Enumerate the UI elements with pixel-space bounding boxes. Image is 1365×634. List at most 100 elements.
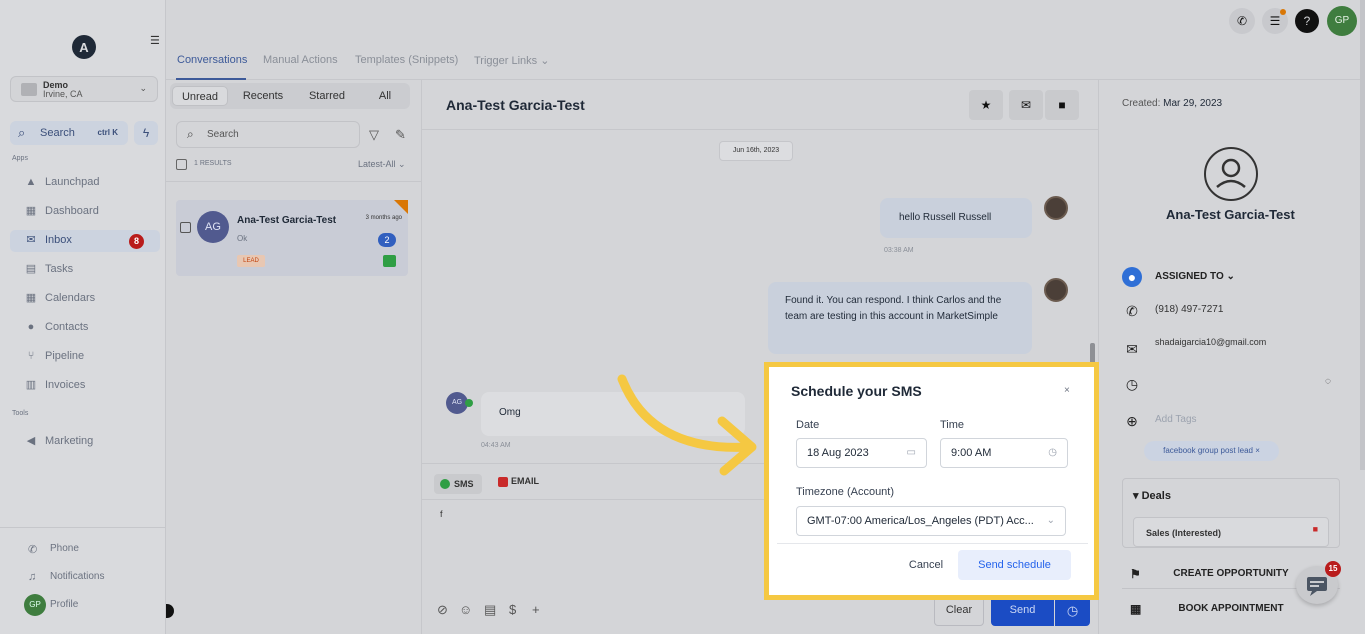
tab-email[interactable]: EMAIL: [496, 476, 539, 487]
avatar[interactable]: GP: [1327, 6, 1357, 36]
inbox-icon: ✉: [26, 234, 36, 246]
composer-input[interactable]: f: [440, 509, 443, 519]
list-item[interactable]: AG Ana-Test Garcia-Test 3 months ago Ok …: [176, 200, 408, 276]
cancel-button[interactable]: Cancel: [900, 551, 952, 579]
sidebar-item-label: Marketing: [45, 435, 94, 447]
location-icon: [21, 83, 37, 96]
tag-chip[interactable]: facebook group post lead ×: [1144, 441, 1279, 461]
avatar: AG: [197, 211, 229, 243]
send-schedule-button[interactable]: Send schedule: [958, 550, 1071, 580]
search-shortcut: ctrl K: [97, 128, 118, 137]
loading-spinner-icon: ◌: [1325, 376, 1331, 387]
deals-header[interactable]: ▾ Deals: [1133, 489, 1171, 502]
sidebar-profile-label: Profile: [50, 599, 79, 610]
compose-icon[interactable]: ✎: [395, 127, 406, 143]
help-icon[interactable]: ?: [1295, 9, 1319, 33]
sidebar-phone-label: Phone: [50, 543, 79, 554]
conversation-search-input[interactable]: ⌕ Search: [176, 121, 360, 148]
sidebar-item-marketing[interactable]: ◀ Marketing: [10, 431, 160, 453]
date-field[interactable]: 18 Aug 2023 ▭: [796, 438, 927, 468]
results-count: 1 RESULTS: [194, 160, 232, 167]
megaphone-icon: ◀: [26, 435, 36, 447]
dollar-icon[interactable]: $: [509, 602, 516, 617]
section-apps: Apps: [12, 155, 28, 162]
sidebar-item-label: Pipeline: [45, 350, 85, 362]
filter-all[interactable]: All: [362, 86, 408, 106]
sidebar-notifications[interactable]: ♫ Notifications: [10, 568, 160, 588]
tab-sms[interactable]: SMS: [434, 474, 482, 494]
tab-conversations[interactable]: Conversations: [177, 54, 247, 66]
collapse-sidebar-icon[interactable]: ☰: [150, 34, 162, 47]
sidebar-item-invoices[interactable]: ▥ Invoices: [10, 375, 160, 397]
sidebar-item-contacts[interactable]: ● Contacts: [10, 317, 160, 339]
message-time: 03:38 AM: [884, 247, 914, 254]
time-field[interactable]: 9:00 AM ◷: [940, 438, 1068, 468]
filter-starred[interactable]: Starred: [298, 86, 356, 106]
phone-icon[interactable]: ✆: [1229, 8, 1255, 34]
sidebar-item-pipeline[interactable]: ⑂ Pipeline: [10, 346, 160, 368]
message-bubble: hello Russell Russell: [880, 198, 1032, 238]
deals-label: Deals: [1141, 490, 1171, 502]
filter-unread[interactable]: Unread: [172, 86, 228, 106]
tab-trigger-links[interactable]: Trigger Links ⌄: [474, 54, 549, 67]
message-bubble: Found it. You can respond. I think Carlo…: [768, 282, 1032, 354]
list-icon[interactable]: ☰: [1262, 8, 1288, 34]
trash-icon[interactable]: ■: [1313, 524, 1318, 534]
assigned-to-dropdown[interactable]: ASSIGNED TO ⌄: [1155, 271, 1235, 282]
star-icon[interactable]: ★: [969, 90, 1003, 120]
document-icon[interactable]: ▤: [484, 602, 496, 618]
timezone-value: GMT-07:00 America/Los_Angeles (PDT) Acc.…: [807, 515, 1034, 527]
sidebar-item-label: Calendars: [45, 292, 96, 304]
contact-name: Ana-Test Garcia-Test: [1166, 207, 1295, 222]
contact-email[interactable]: shadaigarcia10@gmail.com: [1155, 337, 1266, 347]
sidebar-item-calendars[interactable]: ▦ Calendars: [10, 288, 160, 310]
sidebar-profile[interactable]: GP Profile: [10, 594, 160, 616]
search-icon: ⌕: [187, 127, 194, 141]
attachment-icon[interactable]: ⊘: [437, 602, 448, 618]
trash-icon[interactable]: ■: [1045, 90, 1079, 120]
filter-recents[interactable]: Recents: [234, 86, 292, 106]
panel-scrollbar[interactable]: [1360, 0, 1365, 470]
timezone-select[interactable]: GMT-07:00 America/Los_Angeles (PDT) Acc.…: [796, 506, 1066, 536]
annotation-arrow-icon: [617, 374, 757, 476]
location-switcher[interactable]: Demo Irvine, CA ⌄: [10, 76, 158, 102]
modal-title: Schedule your SMS: [791, 383, 922, 399]
rocket-icon: ▲: [25, 176, 37, 188]
book-appointment-label: BOOK APPOINTMENT: [1178, 603, 1284, 614]
close-icon[interactable]: ×: [1255, 446, 1260, 455]
created-value: Mar 29, 2023: [1163, 98, 1223, 109]
close-icon[interactable]: ×: [1064, 385, 1070, 396]
quick-action-bolt-icon[interactable]: ϟ: [134, 121, 158, 145]
calendar-icon: ▭: [906, 447, 916, 458]
contact-phone[interactable]: (918) 497-7271: [1155, 304, 1223, 315]
add-tags-input[interactable]: Add Tags: [1155, 414, 1197, 425]
sidebar-item-dashboard[interactable]: ▦ Dashboard: [10, 201, 160, 223]
search-icon: ⌕: [18, 125, 26, 140]
sort-label: Latest-All: [358, 159, 396, 169]
search-placeholder: Search: [207, 129, 239, 140]
sort-dropdown[interactable]: Latest-All ⌄: [358, 159, 406, 170]
tab-templates[interactable]: Templates (Snippets): [355, 54, 458, 66]
sidebar-item-tasks[interactable]: ▤ Tasks: [10, 259, 160, 281]
email-icon: [498, 477, 508, 487]
row-checkbox[interactable]: [180, 222, 191, 233]
deal-item[interactable]: Sales (Interested) ■: [1133, 517, 1329, 547]
avatar: GP: [24, 594, 46, 616]
lead-tag: LEAD: [237, 255, 265, 267]
contacts-icon: ●: [27, 321, 35, 333]
sidebar-item-inbox[interactable]: ✉ Inbox 8: [10, 230, 160, 252]
plus-icon[interactable]: +: [532, 602, 540, 617]
section-tools: Tools: [12, 410, 29, 417]
conversation-preview: Ok: [237, 234, 248, 243]
mark-read-icon[interactable]: ✉: [1009, 90, 1043, 120]
sidebar-phone[interactable]: ✆ Phone: [10, 540, 160, 560]
select-all-checkbox[interactable]: [176, 159, 187, 170]
chevron-down-icon: ⌄: [540, 55, 550, 67]
sidebar-item-launchpad[interactable]: ▲ Launchpad: [10, 172, 160, 194]
filter-icon[interactable]: ▽: [369, 127, 379, 143]
tab-manual-actions[interactable]: Manual Actions: [263, 54, 338, 66]
sidebar-search[interactable]: ⌕ Search ctrl K: [10, 121, 128, 145]
emoji-icon[interactable]: ☺: [459, 602, 472, 617]
tasks-icon: ▤: [25, 263, 37, 275]
sidebar-item-label: Contacts: [45, 321, 89, 333]
